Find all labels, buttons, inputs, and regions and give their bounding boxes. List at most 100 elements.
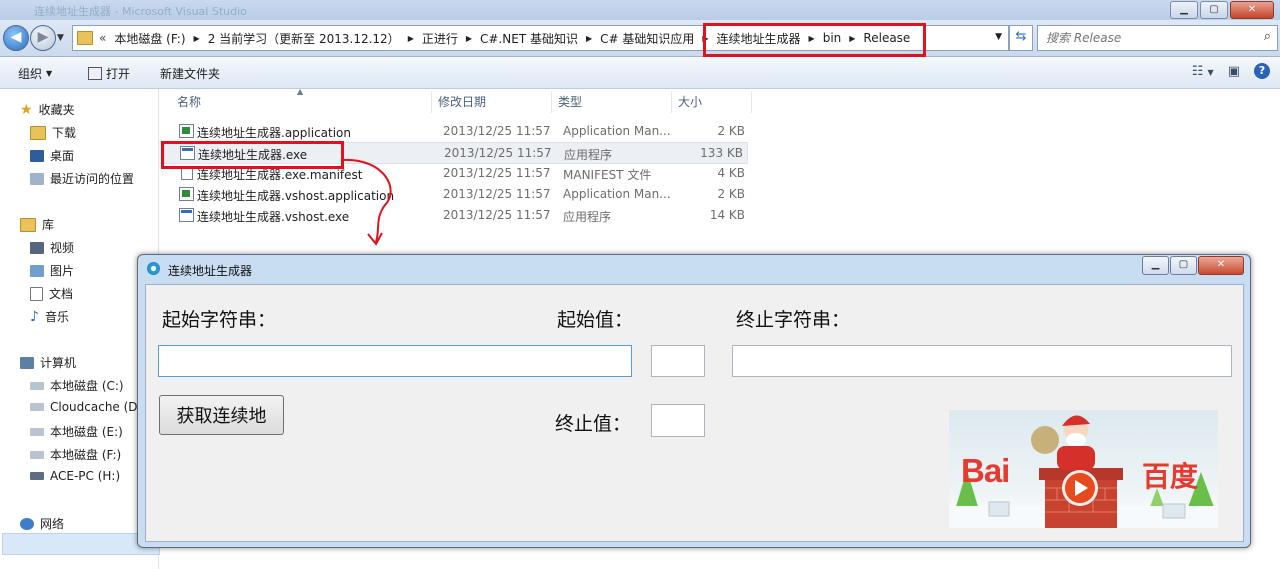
music-icon: ♪ bbox=[30, 308, 39, 325]
app-minimize-button[interactable]: ▁ bbox=[1142, 256, 1169, 275]
open-button[interactable]: 打开 bbox=[88, 65, 130, 82]
nav-item-videos[interactable]: 视频 bbox=[30, 239, 74, 256]
maximize-button[interactable]: ▢ bbox=[1200, 1, 1228, 19]
breadcrumb-separator-icon[interactable]: ▶ bbox=[408, 34, 414, 43]
baidu-logo-right: 百度 bbox=[1142, 460, 1199, 493]
nav-label: 文档 bbox=[49, 287, 74, 301]
minimize-button[interactable]: ▁ bbox=[1170, 1, 1198, 19]
address-dropdown-icon[interactable]: ▼ bbox=[995, 32, 1002, 42]
start-string-input[interactable] bbox=[159, 346, 631, 376]
nav-label: Cloudcache (D: bbox=[50, 400, 142, 414]
close-button[interactable]: ✕ bbox=[1230, 1, 1274, 19]
nav-label: ACE-PC (H:) bbox=[50, 469, 121, 483]
nav-item-desktop[interactable]: 桌面 bbox=[30, 147, 74, 164]
file-name: 连续地址生成器.application bbox=[197, 126, 352, 140]
app-window: 连续地址生成器 ▁ ▢ ✕ 起始字符串： 起始值： 终止字符串： 获取连续地 终… bbox=[137, 254, 1251, 548]
file-row[interactable]: 连续地址生成器.vshost.exe 2013/12/25 11:57 应用程序… bbox=[171, 205, 749, 225]
nav-item-recent[interactable]: 最近访问的位置 bbox=[30, 170, 134, 187]
application-icon bbox=[179, 187, 194, 201]
preview-pane-icon[interactable]: ▣ bbox=[1228, 64, 1240, 79]
organize-label: 组织 bbox=[18, 67, 43, 81]
column-header-date[interactable]: 修改日期 bbox=[438, 89, 486, 113]
nav-item-drive-h[interactable]: ACE-PC (H:) bbox=[30, 469, 120, 483]
nav-label: 收藏夹 bbox=[38, 103, 75, 117]
nav-item-pictures[interactable]: 图片 bbox=[30, 262, 74, 279]
open-label: 打开 bbox=[106, 67, 131, 81]
file-row[interactable]: 连续地址生成器.vshost.application 2013/12/25 11… bbox=[171, 184, 749, 204]
nav-label: 视频 bbox=[50, 241, 75, 255]
column-header-name[interactable]: 名称 bbox=[177, 89, 201, 113]
desktop-icon bbox=[30, 149, 44, 162]
nav-network[interactable]: 网络 bbox=[20, 515, 64, 532]
end-value-label: 终止值： bbox=[555, 413, 632, 435]
column-divider[interactable] bbox=[671, 91, 672, 113]
breadcrumb-item[interactable]: C#.NET 基础知识 bbox=[480, 30, 578, 47]
app-maximize-button[interactable]: ▢ bbox=[1170, 256, 1197, 275]
breadcrumb-separator-icon[interactable]: ▶ bbox=[586, 34, 592, 43]
nav-item-music[interactable]: ♪ 音乐 bbox=[30, 308, 69, 325]
breadcrumb-item[interactable]: 2 当前学习（更新至 2013.12.12） bbox=[208, 30, 400, 47]
nav-item-downloads[interactable]: 下载 bbox=[30, 124, 76, 141]
navigation-bar: ◀ ▶ ▼ « 本地磁盘 (F:) ▶ 2 当前学习（更新至 2013.12.1… bbox=[0, 20, 1280, 57]
nav-label: 最近访问的位置 bbox=[50, 172, 135, 186]
search-input[interactable] bbox=[1044, 27, 1253, 49]
help-icon[interactable]: ? bbox=[1254, 63, 1270, 79]
forward-button[interactable]: ▶ bbox=[30, 25, 56, 51]
file-name: 连续地址生成器.vshost.exe bbox=[197, 210, 350, 224]
nav-label: 下载 bbox=[52, 126, 77, 140]
end-string-field bbox=[732, 345, 1232, 377]
file-size: 133 KB bbox=[700, 146, 743, 160]
start-value-input[interactable] bbox=[652, 346, 704, 376]
nav-label: 计算机 bbox=[40, 356, 77, 370]
column-divider[interactable] bbox=[551, 91, 552, 113]
baidu-christmas-image: Bai 百度 bbox=[949, 410, 1218, 528]
column-divider[interactable] bbox=[751, 91, 752, 113]
recent-places-icon bbox=[30, 172, 44, 185]
breadcrumb-item[interactable]: 正进行 bbox=[422, 30, 458, 47]
drive-icon bbox=[30, 381, 44, 390]
column-divider[interactable] bbox=[431, 91, 432, 113]
nav-item-drive-e[interactable]: 本地磁盘 (E:) bbox=[30, 423, 123, 440]
view-options-icon[interactable]: ☷ ▼ bbox=[1192, 64, 1214, 79]
column-header-size[interactable]: 大小 bbox=[678, 89, 702, 113]
nav-computer[interactable]: 计算机 bbox=[20, 354, 76, 371]
nav-item-documents[interactable]: 文档 bbox=[30, 285, 73, 302]
breadcrumb-separator-icon[interactable]: ▶ bbox=[194, 34, 200, 43]
nav-item-drive-f[interactable]: 本地磁盘 (F:) bbox=[30, 446, 121, 463]
file-type: 应用程序 bbox=[563, 210, 612, 224]
breadcrumb-overflow[interactable]: « bbox=[99, 31, 106, 45]
nav-item-drive-c[interactable]: 本地磁盘 (C:) bbox=[30, 377, 124, 394]
nav-item-drive-d[interactable]: Cloudcache (D: bbox=[30, 400, 142, 414]
navigation-pane: ★ 收藏夹 下载 桌面 最近访问的位置 库 视频 图片 文档 ♪ 音乐 计算机 … bbox=[0, 89, 160, 569]
end-string-input[interactable] bbox=[733, 346, 1231, 376]
file-date: 2013/12/25 11:57 bbox=[443, 187, 551, 201]
organize-menu[interactable]: 组织 ▼ bbox=[18, 65, 52, 82]
view-glyph: ☷ bbox=[1191, 63, 1204, 79]
back-button[interactable]: ◀ bbox=[3, 25, 29, 51]
app-close-button[interactable]: ✕ bbox=[1198, 256, 1244, 275]
library-icon bbox=[20, 217, 36, 232]
file-row[interactable]: 连续地址生成器.application 2013/12/25 11:57 App… bbox=[171, 121, 749, 141]
file-date: 2013/12/25 11:57 bbox=[444, 146, 552, 160]
file-date: 2013/12/25 11:57 bbox=[443, 208, 551, 222]
nav-libraries[interactable]: 库 bbox=[20, 216, 54, 233]
search-box: ⌕ bbox=[1037, 25, 1278, 51]
history-dropdown-icon[interactable]: ▼ bbox=[57, 33, 64, 43]
new-folder-button[interactable]: 新建文件夹 bbox=[160, 65, 220, 82]
annotation-arrow-icon bbox=[341, 158, 392, 246]
breadcrumb-separator-icon[interactable]: ▶ bbox=[466, 34, 472, 43]
file-size: 2 KB bbox=[717, 187, 745, 201]
computer-icon bbox=[20, 356, 34, 369]
file-size: 2 KB bbox=[717, 124, 745, 138]
search-icon[interactable]: ⌕ bbox=[1264, 29, 1271, 44]
nav-label: 图片 bbox=[50, 264, 75, 278]
end-value-input[interactable] bbox=[652, 405, 704, 436]
refresh-button[interactable]: ⇆ bbox=[1009, 25, 1033, 51]
breadcrumb-item[interactable]: 本地磁盘 (F:) bbox=[114, 30, 185, 47]
generate-button[interactable]: 获取连续地 bbox=[159, 395, 284, 435]
end-value-field bbox=[651, 404, 705, 437]
drive-icon bbox=[30, 427, 44, 436]
column-header-type[interactable]: 类型 bbox=[558, 89, 582, 113]
breadcrumb-item[interactable]: C# 基础知识应用 bbox=[600, 30, 694, 47]
nav-favorites[interactable]: ★ 收藏夹 bbox=[20, 101, 75, 118]
